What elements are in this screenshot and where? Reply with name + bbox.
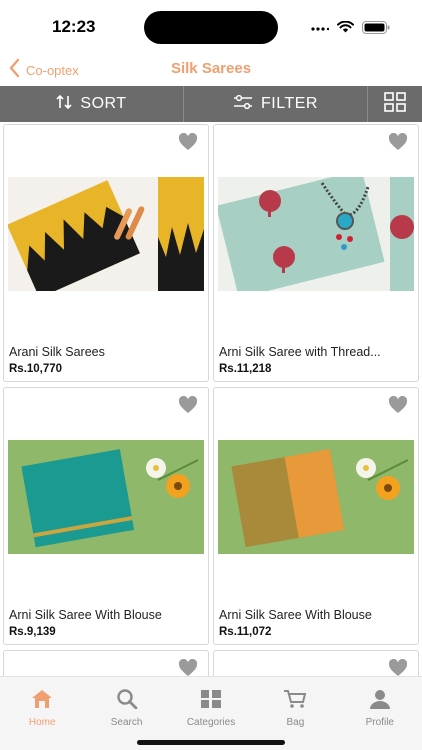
filter-button[interactable]: FILTER <box>184 86 368 122</box>
tab-home[interactable]: Home <box>0 677 84 729</box>
tab-categories[interactable]: Categories <box>169 677 253 729</box>
product-price: Rs.11,072 <box>219 626 272 638</box>
navigation-header: Co-optex Silk Sarees <box>0 52 422 86</box>
status-time: 12:23 <box>52 17 96 36</box>
product-name: Arni Silk Saree With Blouse <box>9 608 162 622</box>
bottom-tab-bar: Home Search Categories Bag Profile <box>0 676 422 750</box>
tab-profile[interactable]: Profile <box>338 677 422 729</box>
grid-view-toggle[interactable] <box>368 86 422 122</box>
profile-icon <box>368 689 392 714</box>
page-title: Silk Sarees <box>170 60 252 77</box>
status-icons <box>311 18 390 36</box>
product-image <box>218 177 414 291</box>
home-indicator <box>137 740 285 745</box>
categories-icon <box>200 689 222 714</box>
product-name: Arni Silk Saree With Blouse <box>219 608 372 622</box>
product-card[interactable]: Arni Silk Saree with Thread... Rs.11,218 <box>213 124 419 382</box>
search-icon <box>116 689 138 714</box>
tab-label: Categories <box>186 717 236 728</box>
status-bar: 12:23 <box>0 0 422 52</box>
heart-icon[interactable] <box>178 395 198 419</box>
tab-label: Home <box>28 717 56 728</box>
product-card[interactable]: Arani Silk Sarees Rs.10,770 <box>3 124 209 382</box>
grid-view-icon <box>384 91 406 117</box>
product-image <box>8 440 204 554</box>
tab-label: Profile <box>365 717 394 728</box>
battery-icon <box>362 20 390 34</box>
product-card[interactable]: Arni Silk Saree With Blouse Rs.9,139 <box>3 387 209 645</box>
heart-icon[interactable] <box>388 132 408 156</box>
dynamic-island <box>144 11 278 44</box>
product-grid: Arani Silk Sarees Rs.10,770 Arni Silk Sa… <box>3 124 419 690</box>
product-price: Rs.11,218 <box>219 363 272 375</box>
home-icon <box>30 689 54 714</box>
product-name: Arni Silk Saree with Thread... <box>219 345 381 359</box>
product-image <box>8 177 204 291</box>
product-image <box>218 440 414 554</box>
sort-label: SORT <box>80 95 127 112</box>
cellular-signal-icon <box>311 18 330 36</box>
sort-filter-toolbar: SORT FILTER <box>0 86 422 122</box>
product-price: Rs.9,139 <box>9 626 56 638</box>
product-name: Arani Silk Sarees <box>9 345 105 359</box>
sort-arrows-icon <box>56 94 72 115</box>
heart-icon[interactable] <box>178 132 198 156</box>
tab-label: Bag <box>286 717 305 728</box>
wifi-icon <box>337 21 354 33</box>
tab-search[interactable]: Search <box>84 677 168 729</box>
product-card[interactable]: Arni Silk Saree With Blouse Rs.11,072 <box>213 387 419 645</box>
bag-icon <box>283 689 307 714</box>
filter-sliders-icon <box>233 94 253 115</box>
sort-button[interactable]: SORT <box>0 86 184 122</box>
heart-icon[interactable] <box>388 395 408 419</box>
tab-bag[interactable]: Bag <box>253 677 337 729</box>
filter-label: FILTER <box>261 95 318 112</box>
product-price: Rs.10,770 <box>9 363 63 375</box>
tab-label: Search <box>110 717 143 728</box>
